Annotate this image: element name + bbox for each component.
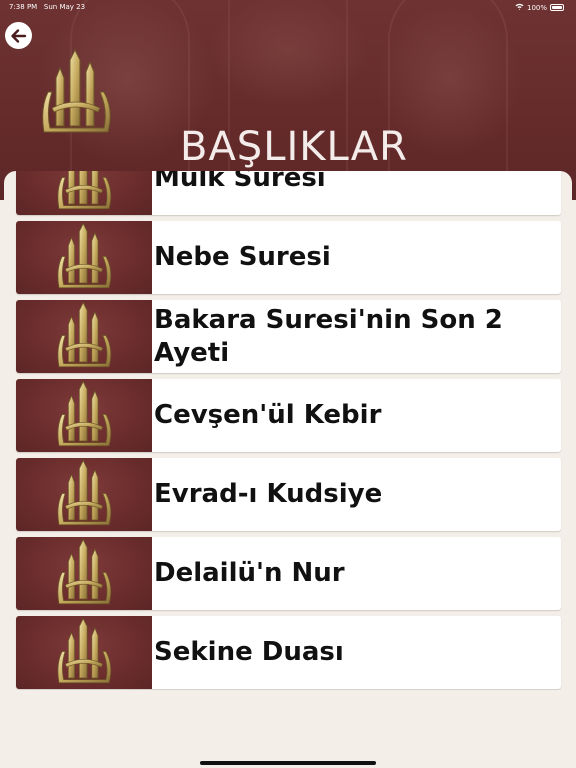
status-bar: 7:38 PM Sun May 23 100% [0, 0, 576, 14]
list-item-evrad-i-kudsiye[interactable]: Evrad-ı Kudsiye [16, 458, 561, 531]
list-item-mulk-suresi[interactable]: Mulk Suresi [16, 171, 561, 215]
item-thumbnail [16, 221, 152, 294]
item-thumbnail [16, 616, 152, 689]
allah-calligraphy-icon [51, 380, 117, 452]
bottom-area [0, 690, 576, 768]
list-item-sekine-duasi[interactable]: Sekine Duası [16, 616, 561, 689]
back-button[interactable] [5, 22, 32, 49]
home-indicator[interactable] [200, 761, 376, 765]
item-label: Mulk Suresi [154, 171, 326, 193]
list-item-bakara-suresi[interactable]: Bakara Suresi'nin Son 2 Ayeti [16, 300, 561, 373]
status-date: Sun May 23 [43, 3, 86, 11]
allah-calligraphy-icon [51, 301, 117, 373]
allah-calligraphy-icon [51, 538, 117, 610]
item-label: Bakara Suresi'nin Son 2 Ayeti [154, 304, 503, 368]
item-thumbnail [16, 300, 152, 373]
item-label: Sekine Duası [154, 637, 344, 667]
page-title: BAŞLIKLAR [180, 124, 408, 170]
list-item-nebe-suresi[interactable]: Nebe Suresi [16, 221, 561, 294]
decorative-arch [388, 0, 508, 200]
topics-list[interactable]: Mulk Suresi Nebe Suresi Bakara Suresi'ni… [4, 171, 572, 690]
item-thumbnail [16, 171, 152, 215]
item-label: Evrad-ı Kudsiye [154, 479, 383, 509]
allah-calligraphy-icon [51, 222, 117, 294]
allah-calligraphy-icon [51, 617, 117, 689]
status-time: 7:38 PM [9, 3, 38, 11]
list-item-delailun-nur[interactable]: Delailü'n Nur [16, 537, 561, 610]
battery-percent: 100% [526, 3, 547, 12]
item-label: Cevşen'ül Kebir [154, 400, 382, 430]
wifi-icon [515, 3, 524, 12]
status-left: 7:38 PM Sun May 23 [9, 3, 85, 11]
battery-icon [550, 4, 564, 11]
item-thumbnail [16, 537, 152, 610]
item-label: Nebe Suresi [154, 242, 331, 272]
allah-calligraphy-icon [51, 171, 117, 215]
arrow-left-icon [10, 28, 26, 43]
item-label: Delailü'n Nur [154, 558, 345, 588]
item-thumbnail [16, 458, 152, 531]
list-item-cevsen-ul-kebir[interactable]: Cevşen'ül Kebir [16, 379, 561, 452]
item-thumbnail [16, 379, 152, 452]
allah-calligraphy-icon [51, 459, 117, 531]
status-right: 100% [515, 3, 564, 12]
